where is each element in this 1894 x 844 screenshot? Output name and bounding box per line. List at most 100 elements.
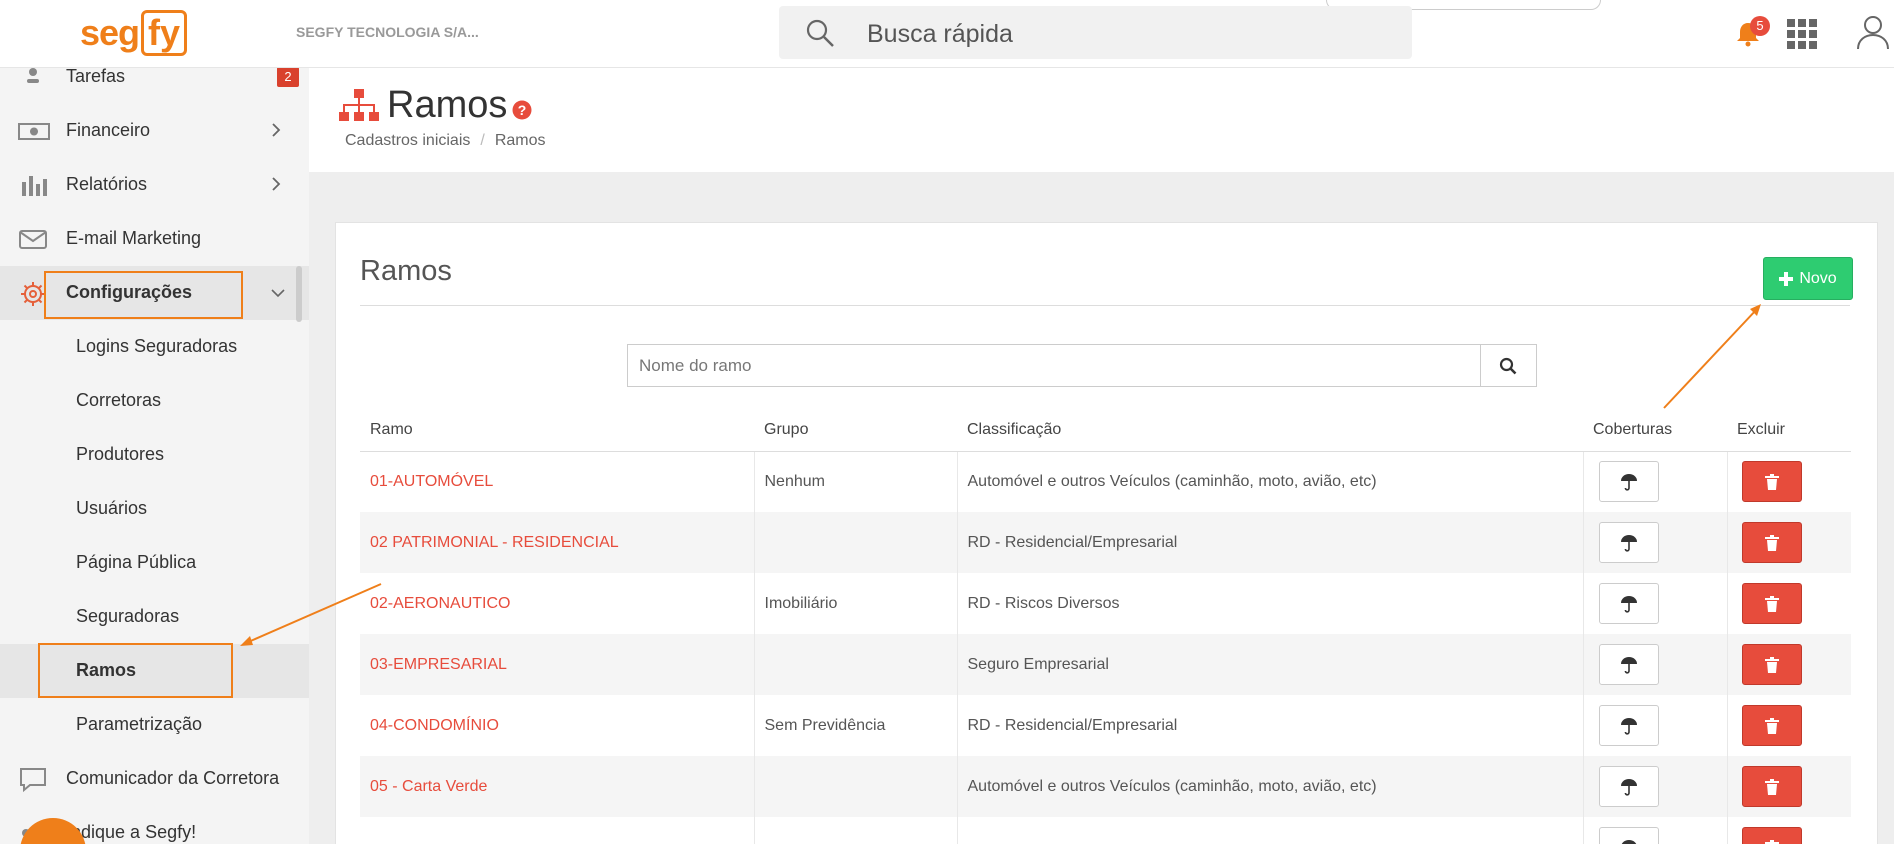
table-header-row: Ramo Grupo Classificação Coberturas Excl… [360, 409, 1851, 452]
umbrella-icon [1621, 839, 1636, 844]
submenu-item-produtores[interactable]: Produtores [0, 428, 309, 482]
submenu-item-label: Produtores [76, 444, 165, 464]
submenu-item-corretoras[interactable]: Corretoras [0, 374, 309, 428]
cell-coberturas [1582, 512, 1727, 573]
delete-button[interactable] [1741, 461, 1802, 503]
trash-icon [1764, 778, 1779, 795]
chevron-right-icon [270, 176, 282, 197]
submenu-item-label: Página Pública [76, 552, 197, 572]
filter-search-button[interactable] [1481, 345, 1536, 386]
company-name[interactable]: SEGFY TECNOLOGIA S/A... [296, 24, 479, 40]
ramo-name-input[interactable] [628, 345, 1481, 386]
umbrella-icon [1620, 717, 1637, 735]
trash-icon [1764, 717, 1779, 734]
cell-ramo[interactable]: 04-CONDOMÍNIO [360, 695, 754, 756]
column-header-grupo: Grupo [754, 409, 957, 452]
trash-icon [1764, 656, 1779, 673]
cell-ramo[interactable]: 01-AUTOMÓVEL [360, 451, 754, 512]
filter-group [627, 344, 1537, 387]
submenu-item-usuarios[interactable]: Usuários [0, 482, 309, 536]
submenu-item-seguradoras[interactable]: Seguradoras [0, 590, 309, 644]
divider [360, 305, 1850, 306]
main-content: Ramos ? Cadastros iniciais / Ramos Ramos N… [309, 68, 1894, 844]
cell-excluir [1726, 695, 1851, 756]
sidebar-item-relatorios[interactable]: Relatórios [0, 158, 309, 212]
delete-button[interactable] [1741, 705, 1802, 746]
cell-coberturas [1582, 634, 1727, 695]
coverages-button[interactable] [1598, 644, 1659, 685]
coverages-button[interactable] [1598, 522, 1659, 563]
chevron-right-icon [270, 122, 282, 143]
user-icon[interactable] [1856, 14, 1890, 55]
sidebar-item-comunicador[interactable]: Comunicador da Corretora [0, 752, 309, 806]
cell-ramo[interactable]: 03-EMPRESARIAL [360, 634, 754, 695]
trash-icon [1764, 839, 1779, 844]
cell-grupo [753, 512, 957, 573]
column-header-ramo: Ramo [360, 409, 754, 452]
submenu-item-logins-seguradoras[interactable]: Logins Seguradoras [0, 320, 309, 374]
cell-ramo[interactable]: 02 PATRIMONIAL - RESIDENCIAL [360, 512, 754, 573]
plus-icon [1779, 271, 1794, 286]
trash-icon [1764, 473, 1779, 490]
apps-grid-icon[interactable] [1786, 18, 1818, 55]
cell-ramo[interactable]: 05 - Carta Verde [360, 756, 754, 817]
breadcrumb-item-cadastros[interactable]: Cadastros iniciais [345, 132, 470, 149]
cell-classificacao [956, 817, 1583, 844]
cell-grupo [753, 817, 957, 844]
coverages-button[interactable] [1598, 827, 1659, 844]
delete-button[interactable] [1741, 644, 1802, 685]
cell-grupo: Nenhum [753, 451, 957, 512]
umbrella-icon [1620, 534, 1637, 552]
sidebar-item-label: E-mail Marketing [66, 228, 202, 248]
delete-button[interactable] [1741, 583, 1802, 624]
sidebar-item-label: Tarefas [66, 68, 126, 86]
coverages-button[interactable] [1598, 705, 1659, 746]
sidebar-item-label: Indique a Segfy! [66, 822, 197, 842]
new-ramo-button[interactable]: Novo [1763, 257, 1853, 300]
page-header: Ramos ? Cadastros iniciais / Ramos [309, 68, 1894, 172]
coverages-button[interactable] [1598, 583, 1659, 624]
sidebar-item-tarefas[interactable]: Tarefas 2 [0, 68, 309, 104]
cell-classificacao: Seguro Empresarial [956, 634, 1583, 695]
card-title: Ramos [360, 255, 452, 287]
delete-button[interactable] [1741, 522, 1802, 563]
cell-coberturas [1582, 756, 1727, 817]
submenu-item-label: Corretoras [76, 390, 162, 410]
sidebar-scrollbar[interactable] [296, 266, 302, 322]
money-icon [18, 118, 50, 149]
umbrella-icon [1620, 656, 1637, 674]
delete-button[interactable] [1741, 827, 1802, 844]
delete-button[interactable] [1741, 766, 1802, 807]
coverages-button[interactable] [1598, 461, 1659, 503]
help-icon[interactable]: ? [512, 100, 532, 125]
submenu-item-parametrizacao[interactable]: Parametrização [0, 698, 309, 752]
sidebar-item-financeiro[interactable]: Financeiro [0, 104, 309, 158]
submenu-item-label: Parametrização [76, 714, 203, 734]
sidebar-item-email-marketing[interactable]: E-mail Marketing [0, 212, 309, 266]
quick-search[interactable]: Busca rápida [779, 6, 1412, 59]
sidebar-item-label: Financeiro [66, 120, 151, 140]
cell-grupo: Sem Previdência [753, 695, 957, 756]
cell-ramo[interactable]: 02-AERONAUTICO [360, 573, 754, 634]
logo-text-seg: seg [80, 12, 140, 53]
sidebar-item-label: Relatórios [66, 174, 148, 194]
breadcrumb-item-ramos: Ramos [494, 132, 546, 149]
cell-excluir [1726, 817, 1851, 844]
cell-classificacao: Automóvel e outros Veículos (caminhão, m… [956, 756, 1583, 817]
cell-coberturas [1582, 451, 1727, 512]
table-row: 02 PATRIMONIAL - RESIDENCIAL RD - Residen… [360, 512, 1851, 573]
cell-ramo[interactable] [360, 817, 754, 844]
submenu-item-pagina-publica[interactable]: Página Pública [0, 536, 309, 590]
cell-grupo: Imobiliário [753, 573, 957, 634]
table-row: 02-AERONAUTICO Imobiliário RD - Riscos Div… [360, 573, 1851, 634]
trash-icon [1764, 534, 1779, 551]
cell-grupo [753, 756, 957, 817]
coverages-button[interactable] [1598, 766, 1659, 807]
highlight-box-ramos [38, 643, 233, 698]
chat-icon [18, 766, 48, 799]
svg-text:?: ? [518, 102, 527, 118]
cell-classificacao: RD - Riscos Diversos [956, 573, 1583, 634]
segfy-logo[interactable]: seg fy [80, 10, 188, 56]
cell-coberturas [1582, 817, 1727, 844]
page-title: Ramos [387, 84, 508, 126]
